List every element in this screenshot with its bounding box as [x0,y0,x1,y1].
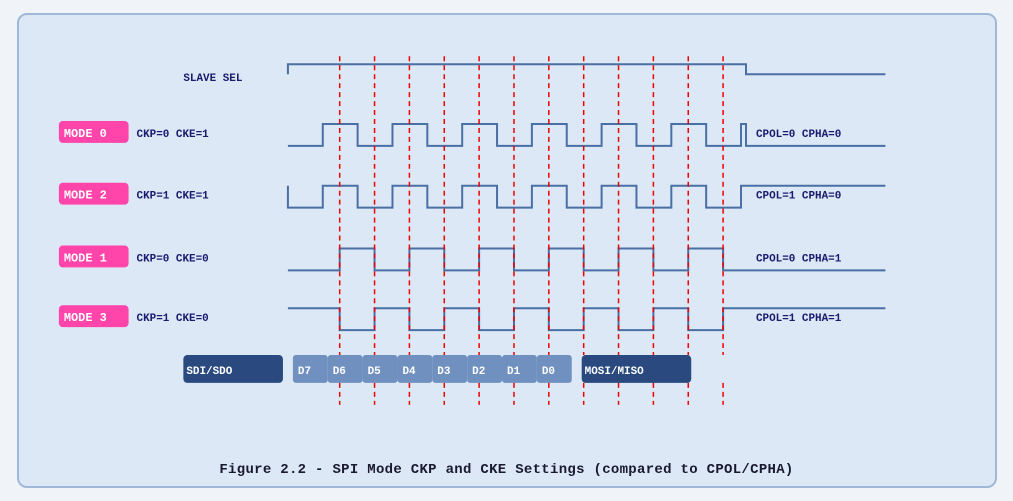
mode2-right-label: CPOL=1 CPHA=0 [755,191,840,203]
mosi-miso-label: MOSI/MISO [584,366,644,378]
mode2-label: MODE 2 [63,189,106,203]
d5-label: D5 [367,366,380,378]
mode1-right-label: CPOL=0 CPHA=1 [755,253,841,265]
figure-caption: Figure 2.2 - SPI Mode CKP and CKE Settin… [219,462,793,478]
diagram-container: .mono { font-family: 'Courier New', Cour… [17,13,997,488]
d6-label: D6 [332,366,345,378]
d4-label: D4 [402,366,416,378]
mode1-label: MODE 1 [63,251,106,265]
sdi-sdo-label: SDI/SDO [186,366,232,378]
d2-label: D2 [472,366,485,378]
d0-label: D0 [541,366,554,378]
mode3-label: MODE 3 [63,311,106,325]
slave-sel-label: SLAVE SEL [183,73,242,85]
mode3-ck-label: CKP=1 CKE=0 [136,313,208,325]
diagram-svg: .mono { font-family: 'Courier New', Cour… [29,25,985,456]
diagram-area: .mono { font-family: 'Courier New', Cour… [29,25,985,456]
mode0-ck-label: CKP=0 CKE=1 [136,129,209,141]
mode3-right-label: CPOL=1 CPHA=1 [755,313,841,325]
d3-label: D3 [437,366,451,378]
mode0-right-label: CPOL=0 CPHA=0 [755,129,840,141]
slave-sel-wave [287,64,885,74]
mode0-label: MODE 0 [63,127,106,141]
mode2-ck-label: CKP=1 CKE=1 [136,191,209,203]
d7-label: D7 [297,366,310,378]
mode1-ck-label: CKP=0 CKE=0 [136,253,208,265]
d1-label: D1 [507,366,521,378]
